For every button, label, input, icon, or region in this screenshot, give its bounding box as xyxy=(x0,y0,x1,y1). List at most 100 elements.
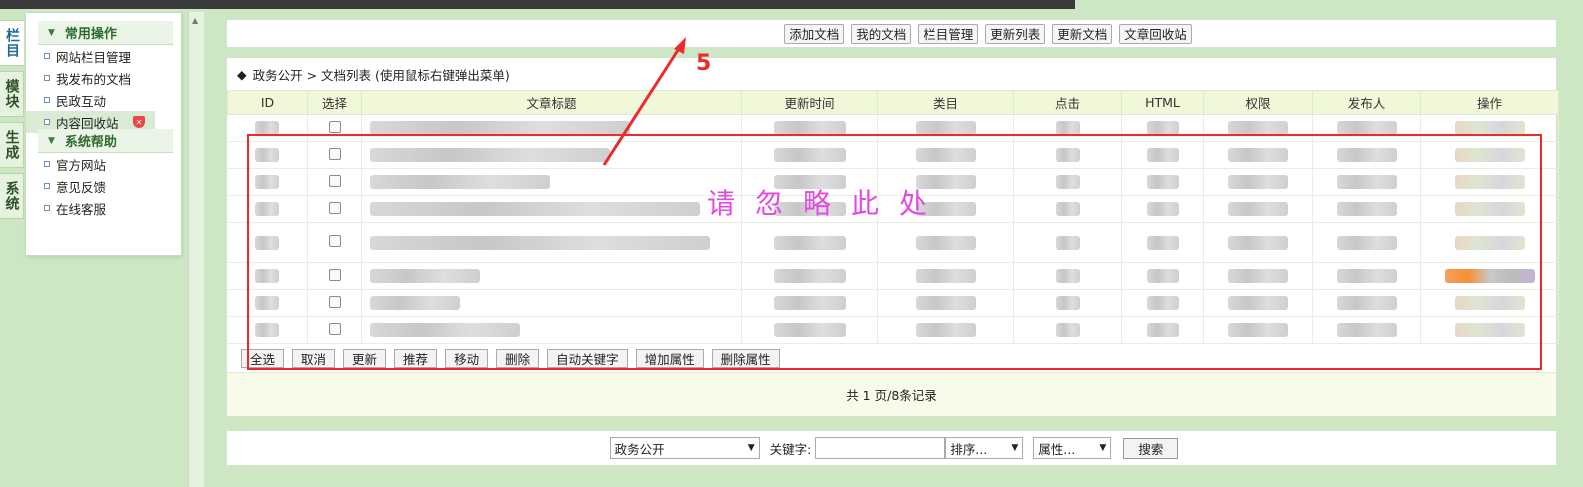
move-button[interactable]: 移动 xyxy=(445,348,489,368)
redacted-title[interactable] xyxy=(370,175,550,190)
table-row[interactable] xyxy=(227,316,1559,344)
remove-attr-button[interactable]: 删除属性 xyxy=(711,348,780,368)
table-cell xyxy=(307,222,362,263)
row-checkbox[interactable] xyxy=(328,147,341,160)
category-select[interactable]: 政务公开 ▼ xyxy=(609,437,760,459)
keyword-input[interactable] xyxy=(815,437,946,459)
delete-button[interactable]: 删除 xyxy=(496,348,540,368)
redacted-actions[interactable] xyxy=(1454,323,1525,338)
menu-item-official-site[interactable]: 官方网站 xyxy=(26,153,181,175)
redacted-title[interactable] xyxy=(370,121,630,136)
redacted-date xyxy=(773,269,846,284)
redacted-id xyxy=(255,121,280,136)
row-checkbox[interactable] xyxy=(328,120,341,133)
table-cell xyxy=(1420,222,1559,263)
table-row[interactable] xyxy=(227,262,1559,290)
redacted-title[interactable] xyxy=(370,148,610,163)
scroll-strip[interactable]: ▲ xyxy=(188,12,204,487)
table-cell xyxy=(1013,168,1122,196)
row-checkbox[interactable] xyxy=(328,235,341,247)
table-row[interactable] xyxy=(227,289,1559,317)
redacted-html xyxy=(1146,296,1179,311)
vtab-system[interactable]: 系统 xyxy=(0,173,24,219)
menu-group-help-head[interactable]: ▼ 系统帮助 xyxy=(38,129,173,153)
redacted-actions[interactable] xyxy=(1454,175,1525,190)
row-checkbox[interactable] xyxy=(328,295,341,308)
row-checkbox[interactable] xyxy=(328,268,341,281)
update-doc-button[interactable]: 更新文档 xyxy=(1052,23,1113,44)
menu-group-common: ▼ 常用操作 网站栏目管理 我发布的文档 民政互动 内容回收站 ✕ xyxy=(26,13,181,133)
redacted-title[interactable] xyxy=(370,296,460,311)
redacted-actions[interactable] xyxy=(1454,235,1525,250)
table-cell xyxy=(361,316,742,344)
col-permission[interactable]: 权限 xyxy=(1203,90,1313,115)
add-attr-button[interactable]: 增加属性 xyxy=(635,348,704,368)
redacted-title[interactable] xyxy=(370,202,700,217)
cancel-button[interactable]: 取消 xyxy=(292,348,336,368)
col-updated[interactable]: 更新时间 xyxy=(741,90,878,115)
table-cell xyxy=(1203,195,1313,223)
my-docs-button[interactable]: 我的文档 xyxy=(851,23,912,44)
bullet-icon xyxy=(44,183,50,189)
table-cell xyxy=(227,262,308,290)
col-publisher[interactable]: 发布人 xyxy=(1312,90,1421,115)
redacted-actions[interactable] xyxy=(1454,296,1525,311)
sort-select[interactable]: 排序... ▼ xyxy=(945,437,1024,459)
redacted-title[interactable] xyxy=(370,269,480,284)
sort-select-value: 排序... xyxy=(950,441,988,457)
table-cell xyxy=(741,114,878,142)
redacted-id xyxy=(255,323,280,338)
table-row[interactable] xyxy=(227,222,1559,263)
recommend-button[interactable]: 推荐 xyxy=(394,348,438,368)
table-cell xyxy=(741,222,878,263)
col-html[interactable]: HTML xyxy=(1121,90,1204,115)
row-checkbox[interactable] xyxy=(328,322,341,335)
redacted-actions[interactable] xyxy=(1454,148,1525,163)
menu-item-feedback[interactable]: 意见反馈 xyxy=(26,175,181,197)
menu-item-online-service[interactable]: 在线客服 xyxy=(26,197,181,219)
col-category[interactable]: 类目 xyxy=(877,90,1014,115)
table-cell xyxy=(877,262,1014,290)
table-cell xyxy=(227,195,308,223)
redacted-publisher xyxy=(1336,296,1397,311)
menu-item-label: 网站栏目管理 xyxy=(56,49,132,65)
vtab-generate[interactable]: 生成 xyxy=(0,122,24,168)
table-cell xyxy=(1203,114,1313,142)
col-select[interactable]: 选择 xyxy=(307,90,362,115)
shield-icon[interactable]: ✕ xyxy=(133,116,145,128)
select-all-button[interactable]: 全选 xyxy=(241,348,285,368)
redacted-title[interactable] xyxy=(370,323,520,338)
attr-select[interactable]: 属性... ▼ xyxy=(1033,437,1112,459)
dropdown-arrow-icon: ▼ xyxy=(747,443,755,453)
update-button[interactable]: 更新 xyxy=(343,348,387,368)
scroll-up-icon[interactable]: ▲ xyxy=(192,16,198,25)
table-cell xyxy=(877,114,1014,142)
redacted-actions[interactable] xyxy=(1444,269,1535,284)
update-list-button[interactable]: 更新列表 xyxy=(985,23,1046,44)
table-row[interactable] xyxy=(227,141,1559,169)
vtab-column[interactable]: 栏目 xyxy=(0,20,24,66)
menu-item-civil-interaction[interactable]: 民政互动 xyxy=(26,89,181,111)
menu-group-common-head[interactable]: ▼ 常用操作 xyxy=(38,21,173,45)
vtab-module[interactable]: 模块 xyxy=(0,71,24,117)
column-manage-button[interactable]: 栏目管理 xyxy=(918,23,979,44)
col-actions[interactable]: 操作 xyxy=(1420,90,1559,115)
redacted-id xyxy=(255,296,280,311)
redacted-actions[interactable] xyxy=(1454,202,1525,217)
table-cell xyxy=(877,141,1014,169)
table-row[interactable] xyxy=(227,114,1559,142)
menu-item-column-manage[interactable]: 网站栏目管理 xyxy=(26,45,181,67)
article-recycle-button[interactable]: 文章回收站 xyxy=(1119,23,1192,44)
redacted-actions[interactable] xyxy=(1454,121,1525,136)
redacted-publisher xyxy=(1336,175,1397,190)
add-doc-button[interactable]: 添加文档 xyxy=(784,23,845,44)
row-checkbox[interactable] xyxy=(328,201,341,214)
col-id[interactable]: ID xyxy=(227,90,308,115)
row-checkbox[interactable] xyxy=(328,174,341,187)
search-button[interactable]: 搜索 xyxy=(1123,437,1179,459)
redacted-date xyxy=(773,148,846,163)
redacted-title[interactable] xyxy=(370,235,710,250)
menu-item-my-docs[interactable]: 我发布的文档 xyxy=(26,67,181,89)
col-clicks[interactable]: 点击 xyxy=(1013,90,1122,115)
auto-keywords-button[interactable]: 自动关键字 xyxy=(547,348,628,368)
